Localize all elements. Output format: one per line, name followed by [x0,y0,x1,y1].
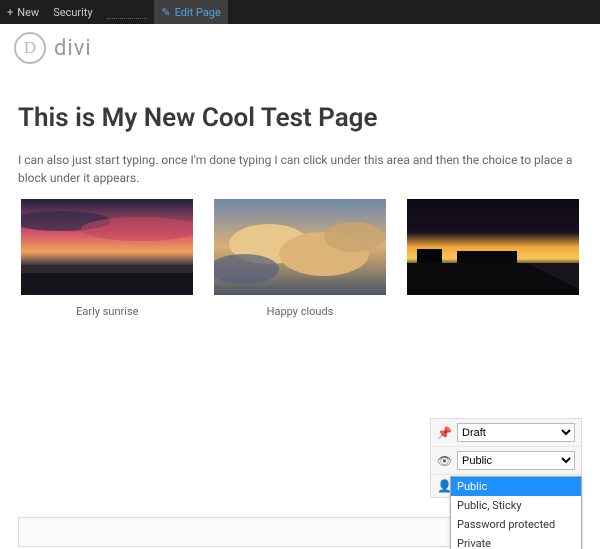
visibility-dropdown[interactable]: Public Public, Sticky Password protected… [450,476,582,549]
sunrise-image [21,199,193,295]
logo-icon: D [14,32,46,64]
clouds-image [214,199,386,295]
status-row: 📌 Draft [431,419,581,447]
sunset-road-image [407,199,579,295]
gallery-item[interactable]: Early sunrise [18,199,197,318]
site-logo[interactable]: D divi [0,24,600,85]
visibility-row: 👁 Public [431,447,581,475]
page-title[interactable]: This is My New Cool Test Page [18,103,582,133]
visibility-option[interactable]: Public [451,477,581,496]
image-gallery: Early sunrise Happy clouds [18,199,582,318]
intro-paragraph[interactable]: I can also just start typing. once I'm d… [18,151,582,187]
visibility-option[interactable]: Password protected [451,515,581,534]
logo-text: divi [54,36,92,61]
placeholder-menu[interactable] [100,0,155,24]
visibility-select[interactable]: Public [457,451,575,470]
image-caption: Early sunrise [76,305,138,318]
visibility-option[interactable]: Public, Sticky [451,496,581,515]
visibility-option[interactable]: Private [451,534,581,549]
pencil-icon: ✎ [161,6,170,19]
gallery-item[interactable]: Happy clouds [211,199,390,318]
new-menu[interactable]: + New [0,0,46,24]
underline-placeholder [107,5,148,19]
edit-page-label: Edit Page [175,6,221,19]
image-caption: Happy clouds [267,305,334,318]
pin-icon: 📌 [437,426,451,440]
edit-page-link[interactable]: ✎ Edit Page [154,0,227,24]
page-content: This is My New Cool Test Page I can also… [0,85,600,442]
security-label: Security [53,6,92,19]
gallery-item[interactable] [403,199,582,318]
status-select[interactable]: Draft [457,423,575,442]
eye-icon: 👁 [437,454,451,468]
security-menu[interactable]: Security [46,0,99,24]
plus-icon: + [7,6,13,19]
admin-toolbar: + New Security ✎ Edit Page [0,0,600,24]
new-label: New [17,6,39,19]
person-icon: 👤 [437,479,451,493]
